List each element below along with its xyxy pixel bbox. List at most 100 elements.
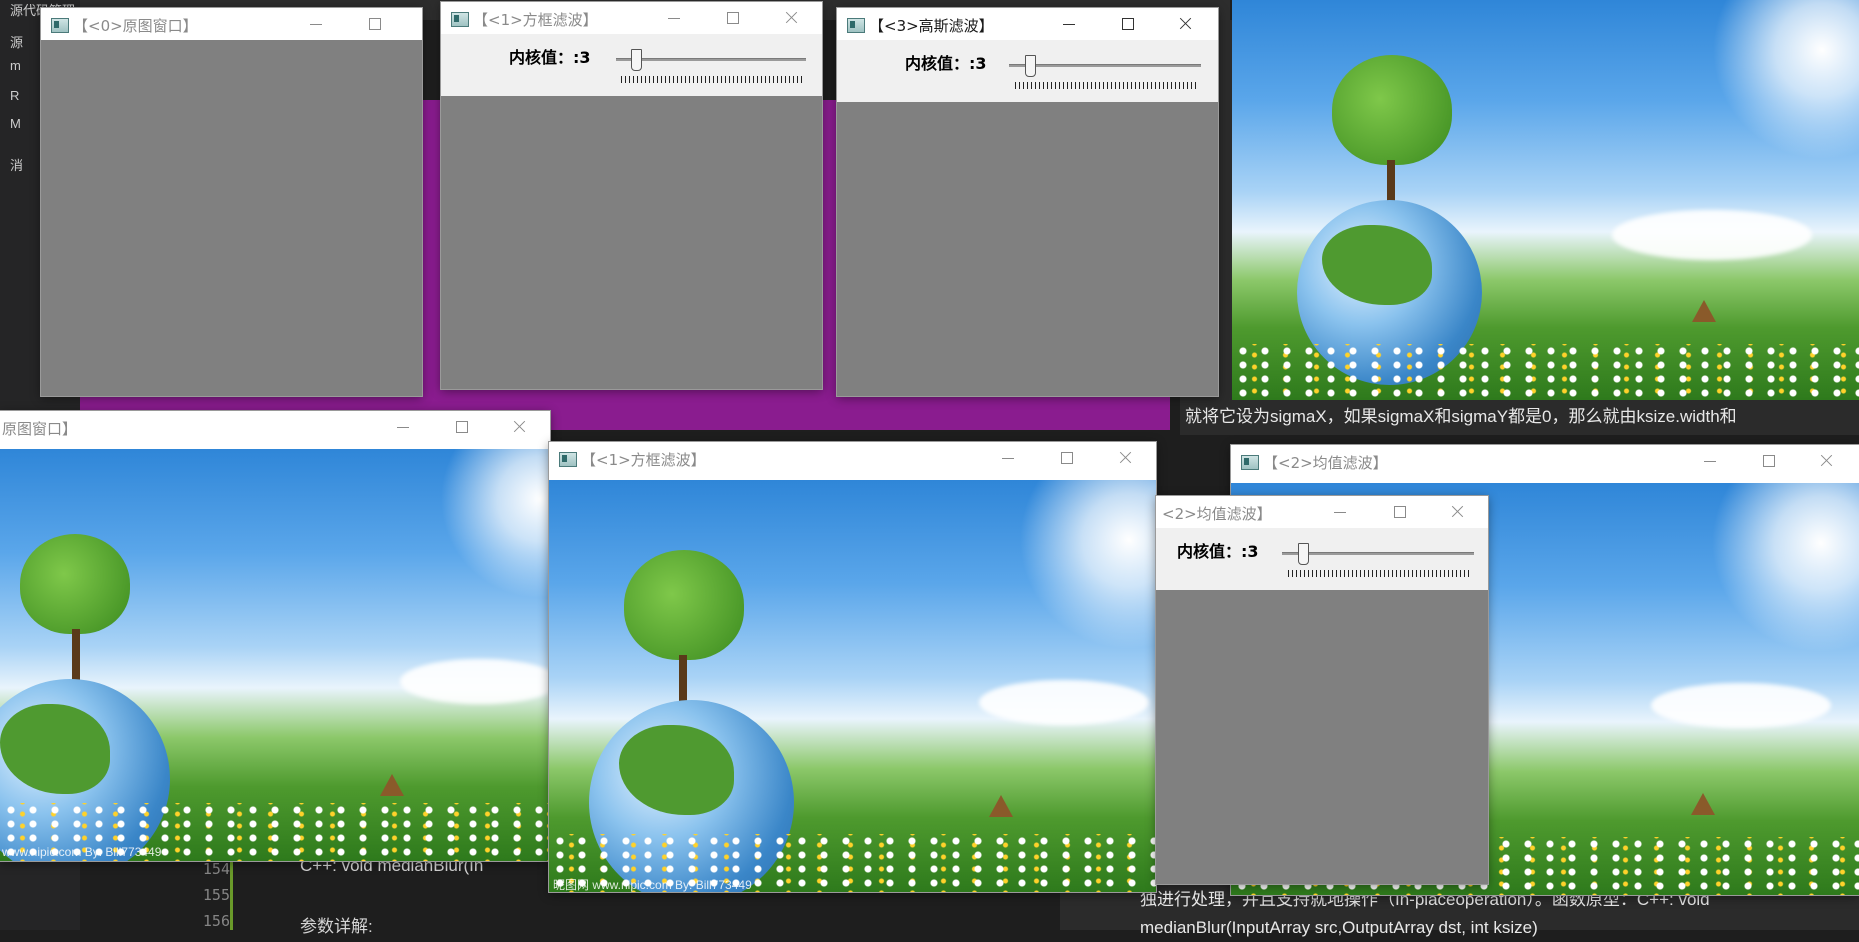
trackbar-panel: 内核值：:3	[837, 40, 1218, 102]
sidebar-row[interactable]: 消	[10, 155, 23, 174]
title-bar[interactable]: 【<1>方框滤波】	[549, 442, 1156, 474]
close-icon[interactable]	[1156, 8, 1214, 40]
sun-glare	[1712, 0, 1859, 160]
minimize-icon[interactable]	[1040, 8, 1098, 40]
title-bar[interactable]: <2>均值滤波】	[1156, 496, 1488, 528]
trackbar-label: 内核值：:3	[905, 54, 987, 73]
trackbar-ticks	[1015, 82, 1199, 89]
trackbar-ticks	[1288, 570, 1472, 577]
watermark: 昵图网 www.nipic.com By: Bill773449	[553, 878, 752, 892]
preview-line: medianBlur(InputArray src,OutputArray ds…	[1140, 918, 1538, 937]
code-text: C++: void medianBlur(In 参数详解:	[300, 856, 483, 940]
title-bar[interactable]: 【<1>方框滤波】	[441, 2, 822, 34]
image-canvas	[837, 102, 1218, 396]
window-title: 【<3>高斯滤波】	[869, 17, 994, 35]
minimize-icon[interactable]	[979, 442, 1037, 474]
tree-crown	[1332, 55, 1452, 165]
title-bar[interactable]: 【<3>高斯滤波】	[837, 8, 1218, 40]
image-canvas: 昵图网 www.nipic.com By: Bill773449	[549, 480, 1156, 892]
title-bar[interactable]: 【<0>原图窗口】	[41, 8, 422, 40]
window-app-icon	[559, 452, 577, 467]
tree-crown	[624, 550, 744, 660]
trackbar-track[interactable]	[1009, 64, 1201, 67]
image-canvas: www.nipic.com By: Bill773449	[0, 449, 550, 861]
butterfly	[380, 774, 404, 796]
window-box-filter-top[interactable]: 【<1>方框滤波】 内核值：:3	[441, 2, 822, 389]
maximize-icon[interactable]	[1739, 445, 1797, 477]
trackbar-label: 内核值：:3	[1177, 542, 1259, 561]
trackbar-panel: 内核值：:3	[1156, 528, 1488, 590]
flower-field	[1232, 344, 1859, 400]
window-title: 【<1>方框滤波】	[473, 11, 598, 29]
close-icon[interactable]	[762, 2, 820, 34]
trackbar-track[interactable]	[1282, 552, 1474, 555]
line-number: 154	[202, 860, 230, 878]
trackbar-thumb[interactable]	[1298, 543, 1309, 565]
line-number-gutter: 154 155 156	[200, 860, 230, 930]
tree-trunk	[72, 629, 80, 684]
window-app-icon	[51, 18, 69, 33]
minimize-icon[interactable]	[1681, 445, 1739, 477]
sun-glare	[1711, 483, 1859, 653]
line-number: 155	[202, 886, 230, 904]
trackbar-track[interactable]	[616, 58, 806, 61]
window-title: 【<0>原图窗口】	[73, 17, 198, 35]
window-title: 【<1>方框滤波】	[581, 451, 706, 469]
sun-glare	[440, 449, 550, 599]
window-app-icon	[847, 18, 865, 33]
sun-glare	[1019, 480, 1156, 650]
image-canvas	[41, 40, 422, 396]
close-icon[interactable]	[403, 8, 422, 40]
trackbar-thumb[interactable]	[1025, 55, 1036, 77]
image-canvas	[1156, 590, 1488, 884]
close-icon[interactable]	[490, 411, 548, 443]
minimize-icon[interactable]	[645, 2, 703, 34]
close-icon[interactable]	[1797, 445, 1855, 477]
minimize-icon[interactable]	[374, 411, 432, 443]
image-view-gauss-result	[1232, 0, 1859, 400]
maximize-icon[interactable]	[703, 2, 761, 34]
maximize-icon[interactable]	[345, 8, 403, 40]
close-icon[interactable]	[1428, 496, 1486, 528]
window-box-filter-bottom[interactable]: 【<1>方框滤波】 昵图网 www.nipic.com By: Bill7734…	[549, 442, 1156, 892]
sidebar-row[interactable]: R	[10, 88, 19, 103]
image-canvas	[441, 96, 822, 389]
watermark: www.nipic.com By: Bill773449	[2, 845, 162, 859]
window-gaussian-top[interactable]: 【<3>高斯滤波】 内核值：:3	[837, 8, 1218, 396]
title-bar[interactable]: 【<2>均值滤波】	[1231, 445, 1859, 477]
window-original-bottom[interactable]: 原图窗口】 www.nipic.com By: Bill773449	[0, 411, 550, 861]
cloud	[1651, 683, 1831, 728]
sidebar-row[interactable]: m	[10, 58, 21, 73]
window-title: 【<2>均值滤波】	[1263, 454, 1388, 472]
trackbar-ticks	[621, 76, 804, 83]
window-mean-filter-front[interactable]: <2>均值滤波】 内核值：:3	[1156, 496, 1488, 884]
sidebar-row[interactable]: 源	[10, 32, 23, 51]
trackbar-panel: 内核值：:3	[441, 34, 822, 96]
cloud	[1612, 210, 1812, 260]
code-line: 参数详解:	[300, 917, 373, 936]
tree-crown	[20, 534, 130, 634]
maximize-icon[interactable]	[1370, 496, 1428, 528]
maximize-icon[interactable]	[432, 411, 490, 443]
butterfly	[1692, 300, 1716, 322]
title-bar[interactable]: 原图窗口】	[0, 411, 550, 443]
trackbar-label: 内核值：:3	[509, 48, 591, 67]
window-title: <2>均值滤波】	[1162, 505, 1272, 523]
maximize-icon[interactable]	[1037, 442, 1095, 474]
cloud	[400, 659, 550, 704]
window-app-icon	[451, 12, 469, 27]
trackbar-thumb[interactable]	[631, 49, 642, 71]
close-icon[interactable]	[1096, 442, 1154, 474]
minimize-icon[interactable]	[287, 8, 345, 40]
window-app-icon	[1241, 455, 1259, 470]
butterfly	[1691, 793, 1715, 815]
minimize-icon[interactable]	[1311, 496, 1369, 528]
maximize-icon[interactable]	[1098, 8, 1156, 40]
preview-line: 就将它设为sigmaX，如果sigmaX和sigmaY都是0，那么就由ksize…	[1185, 407, 1737, 426]
window-original-top[interactable]: 【<0>原图窗口】	[41, 8, 422, 396]
butterfly	[989, 795, 1013, 817]
preview-text: 就将它设为sigmaX，如果sigmaX和sigmaY都是0，那么就由ksize…	[1185, 402, 1737, 427]
window-title: 原图窗口】	[2, 420, 78, 438]
sidebar-row[interactable]: M	[10, 116, 21, 131]
